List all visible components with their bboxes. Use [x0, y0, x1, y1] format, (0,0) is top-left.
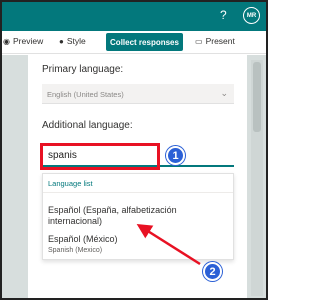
screenshot-frame	[0, 0, 268, 300]
